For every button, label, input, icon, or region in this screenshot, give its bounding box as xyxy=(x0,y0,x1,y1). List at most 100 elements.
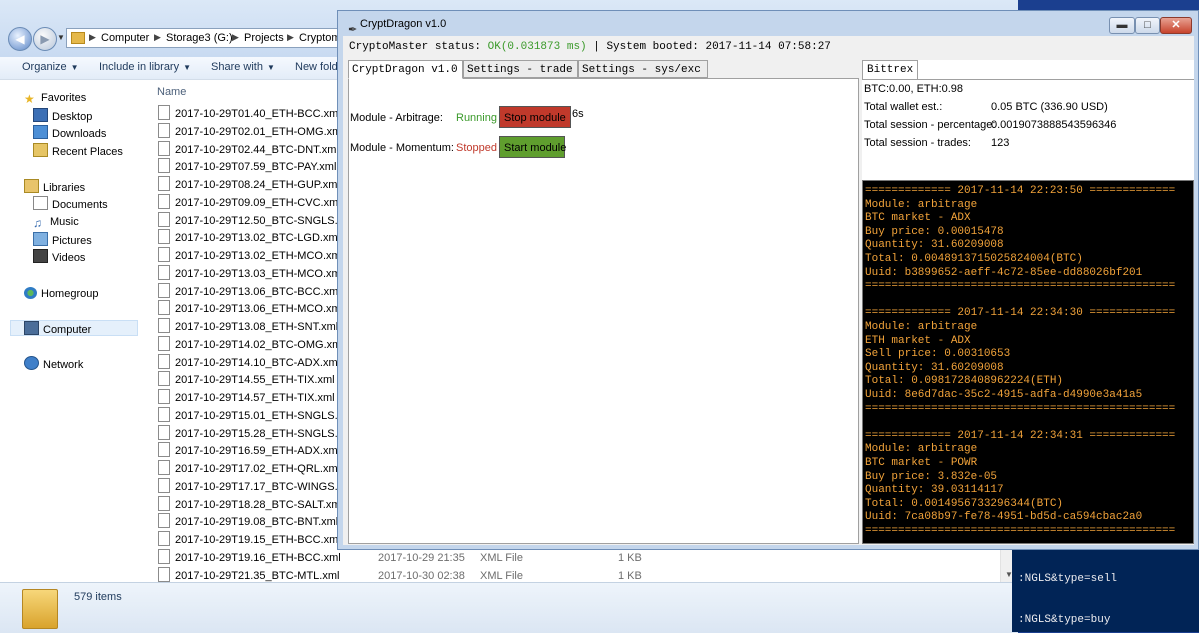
main-panel: CryptDragon v1.0 Settings - trade Settin… xyxy=(348,60,859,544)
file-row[interactable]: 2017-10-29T14.57_ETH-TIX.xml xyxy=(158,389,335,407)
column-header-name[interactable]: Name xyxy=(157,86,186,98)
trade-log[interactable]: ============= 2017-11-14 22:23:50 ======… xyxy=(862,180,1194,544)
tab-bittrex[interactable]: Bittrex xyxy=(862,60,919,79)
nav-music[interactable]: ♫ Music xyxy=(33,214,79,230)
log-line: Uuid: 7ca08b97-fe78-4951-bd5d-ca594cbac2… xyxy=(865,511,1143,524)
recent-places-icon xyxy=(33,143,48,157)
nav-pictures[interactable]: Pictures xyxy=(33,232,92,248)
file-row[interactable]: 2017-10-29T19.15_ETH-BCC.xml xyxy=(158,531,341,549)
music-icon: ♫ xyxy=(33,216,42,230)
file-row[interactable]: 2017-10-29T19.16_ETH-BCC.xml 2017-10-29 2… xyxy=(158,548,642,567)
file-name: 2017-10-29T15.01_ETH-SNGLS.xml xyxy=(175,409,355,422)
stop-module-button[interactable]: Stop module xyxy=(499,106,571,128)
breadcrumb-item[interactable]: Projects xyxy=(244,32,284,44)
log-line: ============= 2017-11-14 22:23:50 ======… xyxy=(865,185,1176,197)
chevron-down-icon: ▼ xyxy=(266,63,275,72)
nav-favorites[interactable]: ★ Favorites xyxy=(24,90,86,106)
tab-settings-sys-exc[interactable]: Settings - sys/exc xyxy=(578,60,708,78)
nav-documents[interactable]: Documents xyxy=(33,196,108,212)
window-client-area: CryptoMaster status: OK(0.031873 ms) | S… xyxy=(343,36,1194,545)
computer-icon xyxy=(24,321,39,335)
organize-menu[interactable]: Organize ▼ xyxy=(22,61,79,73)
nav-videos[interactable]: Videos xyxy=(33,249,85,265)
nav-downloads[interactable]: Downloads xyxy=(33,125,106,141)
tab-settings-trade[interactable]: Settings - trade xyxy=(463,60,578,78)
back-button[interactable]: ◀ xyxy=(8,27,32,51)
xml-file-icon xyxy=(158,406,170,422)
log-line: Total: 0.0014956733296344(BTC) xyxy=(865,497,1064,510)
bittrex-panel: Bittrex BTC:0.00, ETH:0.98 Total wallet … xyxy=(862,60,1194,544)
details-pane: 579 items xyxy=(0,582,1018,633)
xml-file-icon xyxy=(158,566,170,582)
module-momentum-label: Module - Momentum: xyxy=(350,142,454,154)
include-in-library-menu[interactable]: Include in library ▼ xyxy=(99,61,191,73)
file-row[interactable]: 2017-10-29T17.17_BTC-WINGS.xml xyxy=(158,477,355,496)
breadcrumb-item[interactable]: Computer xyxy=(101,32,149,44)
nav-network[interactable]: Network xyxy=(24,356,83,372)
downloads-icon xyxy=(33,125,48,139)
xml-file-icon xyxy=(158,318,170,333)
share-with-menu[interactable]: Share with ▼ xyxy=(211,61,275,73)
breadcrumb-item[interactable]: Storage3 (G:) xyxy=(166,32,233,44)
file-row[interactable]: 2017-10-29T15.01_ETH-SNGLS.xml xyxy=(158,406,355,425)
file-name: 2017-10-29T13.02_ETH-MCO.xml xyxy=(175,250,344,262)
network-icon xyxy=(24,356,39,370)
log-line: Quantity: 39.03114117 xyxy=(865,484,1004,497)
file-row[interactable]: 2017-10-29T14.10_BTC-ADX.xml xyxy=(158,353,340,372)
log-line: BTC market - POWR xyxy=(865,457,978,469)
tab-cryptdragon[interactable]: CryptDragon v1.0 xyxy=(348,60,463,79)
file-row[interactable]: 2017-10-29T12.50_BTC-SNGLS.xml xyxy=(158,211,355,230)
file-row[interactable]: 2017-10-29T09.09_ETH-CVC.xml xyxy=(158,193,341,212)
log-line: Total: 0.0048913715025824004(BTC) xyxy=(865,253,1083,265)
powershell-console: :NGLS&type=sell :NGLS&type=buy xyxy=(1012,548,1199,632)
file-name: 2017-10-29T13.03_ETH-MCO.xml xyxy=(175,267,344,280)
file-row[interactable]: 2017-10-29T02.01_ETH-OMG.xml xyxy=(158,122,344,141)
log-line: BTC market - ADX xyxy=(865,212,971,225)
breadcrumb-item[interactable]: Cryptom xyxy=(299,32,341,44)
recent-pages-dropdown-icon[interactable]: ▼ xyxy=(57,33,65,42)
file-row[interactable]: 2017-10-29T13.02_BTC-LGD.xml xyxy=(158,229,340,247)
file-row[interactable]: 2017-10-29T07.59_BTC-PAY.xml xyxy=(158,158,336,176)
file-row[interactable]: 2017-10-29T13.02_ETH-MCO.xml xyxy=(158,247,343,265)
file-row[interactable]: 2017-10-29T16.59_ETH-ADX.xml xyxy=(158,442,340,460)
file-row[interactable]: 2017-10-29T19.08_BTC-BNT.xml xyxy=(158,513,338,531)
file-name: 2017-10-29T01.40_ETH-BCC.xml xyxy=(175,108,341,120)
nav-computer[interactable]: Computer xyxy=(10,320,138,336)
folder-icon xyxy=(71,32,85,44)
file-row[interactable]: 2017-10-29T02.44_BTC-DNT.xml xyxy=(158,140,339,159)
file-row[interactable]: 2017-10-29T15.28_ETH-SNGLS.xml xyxy=(158,424,355,443)
breadcrumb-separator-icon[interactable]: ▶ xyxy=(232,32,239,43)
xml-file-icon xyxy=(158,211,170,227)
xml-file-icon xyxy=(158,495,170,511)
file-row[interactable]: 2017-10-29T14.02_BTC-OMG.xml xyxy=(158,335,344,354)
nav-recent-places[interactable]: Recent Places xyxy=(33,143,123,159)
file-row[interactable]: 2017-10-29T13.06_BTC-BCC.xml xyxy=(158,282,341,301)
file-row[interactable]: 2017-10-29T13.06_ETH-MCO.xml xyxy=(158,300,343,318)
nav-libraries[interactable]: Libraries xyxy=(24,179,85,195)
file-row[interactable]: 2017-10-29T13.08_ETH-SNT.xml xyxy=(158,318,338,336)
file-row[interactable]: 2017-10-29T14.55_ETH-TIX.xml xyxy=(158,371,335,389)
nav-desktop[interactable]: Desktop xyxy=(33,108,92,124)
wallet-value: 0.05 BTC (336.90 USD) xyxy=(991,101,1108,113)
file-row[interactable]: 2017-10-29T17.02_ETH-QRL.xml xyxy=(158,460,340,478)
breadcrumb-separator-icon[interactable]: ▶ xyxy=(154,32,161,43)
start-module-button[interactable]: Start module xyxy=(499,136,566,158)
nav-homegroup[interactable]: Homegroup xyxy=(24,286,98,302)
breadcrumb-separator-icon[interactable]: ▶ xyxy=(89,32,96,43)
file-row[interactable]: 2017-10-29T18.28_BTC-SALT.xml xyxy=(158,495,343,514)
forward-button[interactable]: ▶ xyxy=(33,27,57,51)
log-line: ========================================… xyxy=(865,280,1176,293)
breadcrumb-separator-icon[interactable]: ▶ xyxy=(287,32,294,43)
minimize-button[interactable]: ▬ xyxy=(1109,17,1135,34)
file-name: 2017-10-29T18.28_BTC-SALT.xml xyxy=(175,498,343,511)
file-row[interactable]: 2017-10-29T01.40_ETH-BCC.xml xyxy=(158,105,341,123)
feather-icon: ✒ xyxy=(348,24,358,36)
log-line: Total: 0.0981728408962224(ETH) xyxy=(865,375,1064,388)
module-arbitrage-state: Running xyxy=(456,112,497,124)
file-row[interactable]: 2017-10-29T08.24_ETH-GUP.xml xyxy=(158,176,340,194)
xml-file-icon xyxy=(158,158,170,174)
maximize-button[interactable]: □ xyxy=(1135,17,1160,34)
close-button[interactable]: ✕ xyxy=(1160,17,1192,34)
module-arbitrage-timer: 6s xyxy=(572,108,584,120)
file-row[interactable]: 2017-10-29T13.03_ETH-MCO.xml xyxy=(158,264,344,283)
